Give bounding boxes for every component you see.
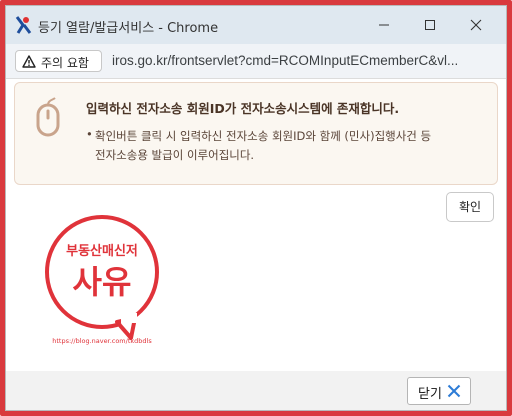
window-title: 등기 열람/발급서비스 - Chrome <box>38 21 219 36</box>
security-warning-chip[interactable]: 주의 요함 <box>15 50 102 72</box>
close-icon <box>470 19 482 31</box>
close-x-icon <box>447 384 461 398</box>
watermark-url: https://blog.naver.com/tkdbdls <box>52 337 152 345</box>
notice-description: 확인버튼 클릭 시 입력하신 전자소송 회원ID와 함께 (민사)집행사건 등 … <box>95 129 432 162</box>
confirm-button[interactable]: 확인 <box>446 192 494 222</box>
window-close-button[interactable] <box>457 12 495 38</box>
warning-icon <box>22 55 36 68</box>
maximize-icon <box>425 20 435 30</box>
minimize-icon <box>379 24 389 26</box>
security-warning-label: 주의 요함 <box>41 56 89 70</box>
mouse-icon <box>36 97 60 137</box>
watermark-line2: 사유 <box>73 263 132 301</box>
watermark-line1: 부동산매신저 <box>66 243 138 259</box>
popup-window: 등기 열람/발급서비스 - Chrome 주의 요함 iros.go.kr/fr… <box>5 5 507 411</box>
notice-bullet: • <box>86 127 93 141</box>
notice-box: 입력하신 전자소송 회원ID가 전자소송시스템에 존재합니다. • 확인버튼 클… <box>14 82 498 185</box>
maximize-button[interactable] <box>411 12 449 38</box>
url-text[interactable]: iros.go.kr/frontservlet?cmd=RCOMInputECm… <box>112 53 500 68</box>
address-bar: 주의 요함 iros.go.kr/frontservlet?cmd=RCOMIn… <box>6 44 506 79</box>
close-button[interactable]: 닫기 <box>407 377 471 405</box>
iros-app-icon <box>15 16 32 34</box>
minimize-button[interactable] <box>365 12 403 38</box>
watermark-logo: 부동산매신저 사유 https://blog.naver.com/tkdbdls <box>45 215 159 345</box>
page-content: 입력하신 전자소송 회원ID가 전자소송시스템에 존재합니다. • 확인버튼 클… <box>6 79 506 410</box>
notice-title: 입력하신 전자소송 회원ID가 전자소송시스템에 존재합니다. <box>86 101 400 116</box>
dialog-footer: 닫기 <box>6 371 506 410</box>
close-button-label: 닫기 <box>418 387 442 402</box>
title-bar: 등기 열람/발급서비스 - Chrome <box>6 6 506 44</box>
